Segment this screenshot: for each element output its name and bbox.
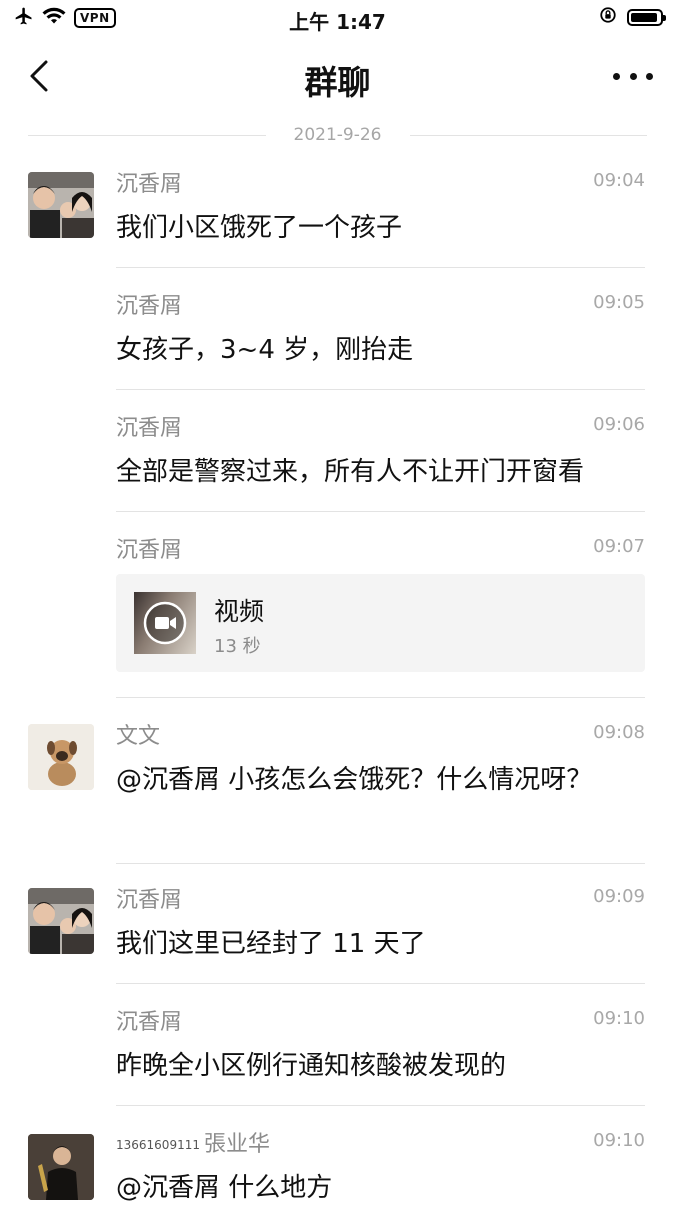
sender-name: 沉香屑 [116, 294, 183, 319]
rotation-lock-icon [599, 6, 617, 28]
page-title: 群聊 [304, 63, 371, 102]
message-time: 09:09 [593, 886, 645, 907]
avatar-photo [28, 172, 94, 238]
sender-name: 張业华 [203, 1132, 270, 1157]
message-text: 我们小区饿死了一个孩子 [116, 213, 403, 243]
message-time: 09:05 [593, 292, 645, 313]
message-text: 全部是警察过来，所有人不让开门开窗看 [116, 457, 585, 487]
video-message-card[interactable]: 视频 13 秒 [116, 574, 645, 672]
video-camera-icon [143, 601, 187, 645]
list-item: 沉香屑 09:07 视频 13 秒 [0, 536, 675, 698]
list-item: 文文 @沉香屑 小孩怎么会饿死？什么情况呀？ 09:08 [0, 722, 675, 864]
more-button[interactable] [613, 60, 653, 92]
date-label: 2021-9-26 [293, 125, 382, 145]
battery-icon [627, 8, 666, 26]
divider-line [409, 134, 648, 136]
avatar[interactable] [28, 724, 94, 790]
message-time: 09:10 [593, 1008, 645, 1029]
message-divider [116, 511, 645, 512]
message-time: 09:08 [593, 722, 645, 743]
sender-name: 沉香屑 [116, 416, 183, 441]
avatar[interactable] [28, 172, 94, 238]
message-divider [116, 389, 645, 390]
nav-bar: 群聊 [0, 38, 675, 114]
list-item: 沉香屑 昨晚全小区例行通知核酸被发现的 09:10 [0, 1008, 675, 1106]
video-duration: 13 秒 [214, 636, 261, 657]
message-divider [116, 267, 645, 268]
message-time: 09:06 [593, 414, 645, 435]
message-text: 昨晚全小区例行通知核酸被发现的 [116, 1051, 507, 1081]
list-item: 沉香屑 女孩子，3~4 岁，刚抬走 09:05 [0, 292, 675, 390]
sender-name: 沉香屑 [116, 888, 183, 913]
message-text: @沉香屑 什么地方 [116, 1173, 333, 1203]
message-text: @沉香屑 小孩怎么会饿死？什么情况呀？ [116, 765, 593, 795]
sender-phone: 13661609111 [116, 1138, 200, 1152]
more-dot-icon [613, 72, 620, 80]
message-divider [116, 983, 645, 984]
list-item: 沉香屑 我们这里已经封了 11 天了 09:09 [0, 886, 675, 984]
status-bar: VPN 上午 1:47 [0, 0, 675, 38]
list-item: 13661609111 張业华 @沉香屑 什么地方 09:10 [0, 1130, 675, 1203]
avatar[interactable] [28, 888, 94, 954]
sender-name: 沉香屑 [116, 172, 183, 197]
message-time: 09:10 [593, 1130, 645, 1151]
divider-line [28, 134, 266, 136]
avatar-photo [28, 888, 94, 954]
message-text: 女孩子，3~4 岁，刚抬走 [116, 335, 414, 365]
sender-name: 沉香屑 [116, 1010, 183, 1035]
date-divider: 2021-9-26 [28, 122, 648, 148]
video-title: 视频 [214, 597, 265, 626]
message-divider [116, 1105, 645, 1106]
message-time: 09:04 [593, 170, 645, 191]
message-divider [116, 863, 645, 864]
message-time: 09:07 [593, 536, 645, 557]
avatar[interactable] [28, 1134, 94, 1200]
status-right [599, 6, 666, 28]
list-item: 沉香屑 我们小区饿死了一个孩子 09:04 [0, 170, 675, 268]
more-dot-icon [629, 72, 637, 80]
sender-name: 文文 [116, 724, 161, 749]
message-divider [116, 697, 645, 698]
status-time: 上午 1:47 [289, 10, 386, 34]
avatar-photo [28, 724, 94, 790]
sender-name: 沉香屑 [116, 538, 183, 563]
video-thumbnail [134, 592, 196, 654]
more-dot-icon [646, 72, 653, 80]
list-item: 沉香屑 全部是警察过来，所有人不让开门开窗看 09:06 [0, 414, 675, 512]
avatar-photo [28, 1134, 94, 1200]
sender-name-line: 13661609111 張业华 [116, 1130, 645, 1160]
message-text: 我们这里已经封了 11 天了 [116, 929, 426, 959]
